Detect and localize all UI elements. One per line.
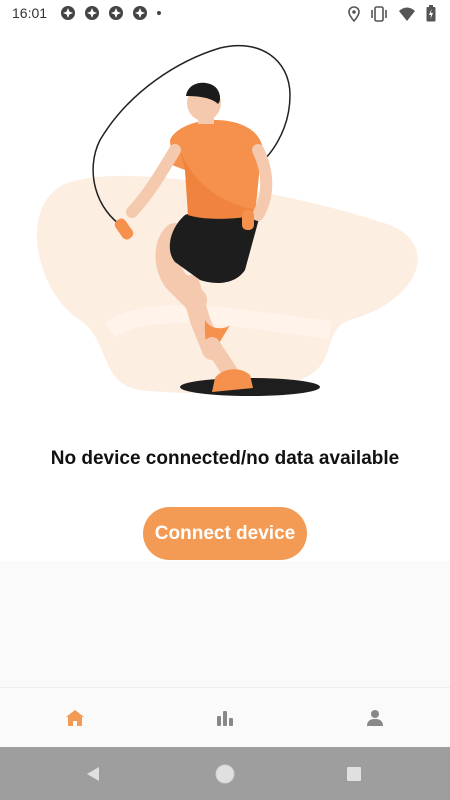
app-notification-icon bbox=[109, 6, 123, 20]
home-icon bbox=[66, 710, 84, 726]
app-notification-icon bbox=[133, 6, 147, 20]
nav-home[interactable] bbox=[0, 688, 150, 748]
location-icon bbox=[348, 5, 360, 22]
empty-state-message: No device connected/no data available bbox=[50, 448, 400, 469]
battery-icon bbox=[426, 5, 436, 22]
status-system-icons bbox=[348, 5, 436, 22]
recents-icon bbox=[347, 766, 361, 781]
vibrate-icon bbox=[371, 5, 387, 22]
content-footer-area bbox=[0, 561, 450, 687]
jump-rope-illustration bbox=[36, 44, 418, 396]
status-notifications bbox=[60, 5, 162, 21]
system-navigation-bar bbox=[0, 747, 450, 800]
profile-icon bbox=[367, 710, 383, 726]
app-notification-icon bbox=[85, 6, 99, 20]
system-back-button[interactable] bbox=[48, 747, 138, 800]
home-circle-icon bbox=[215, 764, 235, 783]
status-time: 16:01 bbox=[12, 5, 48, 21]
system-recents-button[interactable] bbox=[309, 747, 399, 800]
nav-profile[interactable] bbox=[300, 688, 450, 748]
connect-device-button[interactable]: Connect device bbox=[143, 507, 307, 560]
stats-icon bbox=[217, 711, 233, 726]
nav-stats[interactable] bbox=[150, 688, 300, 748]
more-notifications-dot-icon bbox=[157, 11, 161, 15]
app-notification-icon bbox=[61, 6, 75, 20]
status-bar: 16:01 bbox=[0, 0, 450, 26]
bottom-navigation bbox=[0, 687, 450, 748]
system-home-button[interactable] bbox=[180, 747, 270, 800]
wifi-icon bbox=[399, 7, 415, 21]
back-icon bbox=[87, 766, 99, 781]
